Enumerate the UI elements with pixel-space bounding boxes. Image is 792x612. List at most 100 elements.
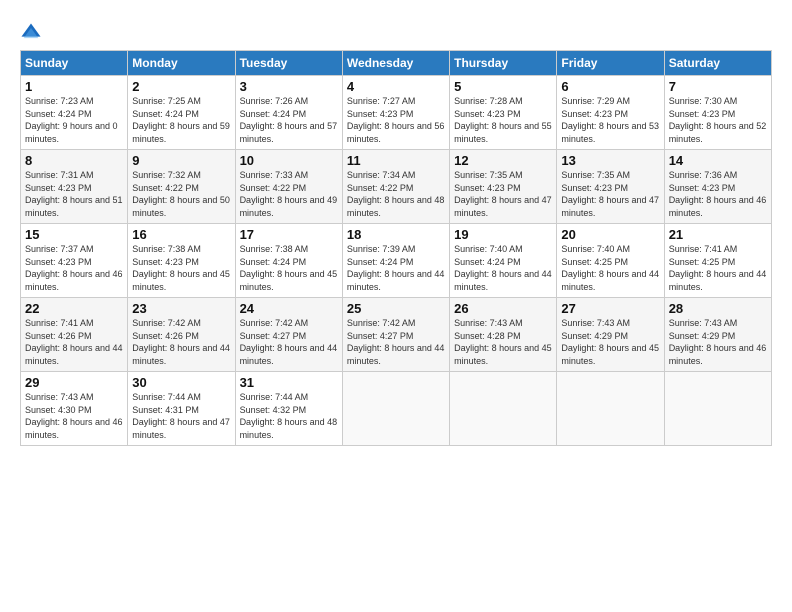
day-number: 29 xyxy=(25,375,123,390)
calendar-cell: 23 Sunrise: 7:42 AMSunset: 4:26 PMDaylig… xyxy=(128,298,235,372)
calendar-week-row: 29 Sunrise: 7:43 AMSunset: 4:30 PMDaylig… xyxy=(21,372,772,446)
day-info: Sunrise: 7:25 AMSunset: 4:24 PMDaylight:… xyxy=(132,96,230,144)
day-number: 16 xyxy=(132,227,230,242)
calendar-cell: 6 Sunrise: 7:29 AMSunset: 4:23 PMDayligh… xyxy=(557,76,664,150)
day-number: 13 xyxy=(561,153,659,168)
calendar-week-row: 22 Sunrise: 7:41 AMSunset: 4:26 PMDaylig… xyxy=(21,298,772,372)
day-number: 20 xyxy=(561,227,659,242)
header-day: Saturday xyxy=(664,51,771,76)
day-info: Sunrise: 7:28 AMSunset: 4:23 PMDaylight:… xyxy=(454,96,552,144)
day-info: Sunrise: 7:35 AMSunset: 4:23 PMDaylight:… xyxy=(561,170,659,218)
calendar-cell xyxy=(557,372,664,446)
day-info: Sunrise: 7:41 AMSunset: 4:26 PMDaylight:… xyxy=(25,318,123,366)
day-number: 11 xyxy=(347,153,445,168)
calendar-cell: 27 Sunrise: 7:43 AMSunset: 4:29 PMDaylig… xyxy=(557,298,664,372)
day-info: Sunrise: 7:31 AMSunset: 4:23 PMDaylight:… xyxy=(25,170,123,218)
day-number: 26 xyxy=(454,301,552,316)
day-number: 18 xyxy=(347,227,445,242)
calendar-cell: 29 Sunrise: 7:43 AMSunset: 4:30 PMDaylig… xyxy=(21,372,128,446)
calendar-cell: 25 Sunrise: 7:42 AMSunset: 4:27 PMDaylig… xyxy=(342,298,449,372)
main-container: SundayMondayTuesdayWednesdayThursdayFrid… xyxy=(0,0,792,456)
calendar-cell: 12 Sunrise: 7:35 AMSunset: 4:23 PMDaylig… xyxy=(450,150,557,224)
calendar-cell: 18 Sunrise: 7:39 AMSunset: 4:24 PMDaylig… xyxy=(342,224,449,298)
day-number: 17 xyxy=(240,227,338,242)
day-info: Sunrise: 7:43 AMSunset: 4:30 PMDaylight:… xyxy=(25,392,123,440)
calendar-cell: 2 Sunrise: 7:25 AMSunset: 4:24 PMDayligh… xyxy=(128,76,235,150)
calendar-cell: 14 Sunrise: 7:36 AMSunset: 4:23 PMDaylig… xyxy=(664,150,771,224)
calendar-cell: 17 Sunrise: 7:38 AMSunset: 4:24 PMDaylig… xyxy=(235,224,342,298)
logo xyxy=(20,22,45,44)
day-number: 4 xyxy=(347,79,445,94)
day-number: 31 xyxy=(240,375,338,390)
calendar-cell: 13 Sunrise: 7:35 AMSunset: 4:23 PMDaylig… xyxy=(557,150,664,224)
day-number: 24 xyxy=(240,301,338,316)
header-day: Friday xyxy=(557,51,664,76)
day-number: 6 xyxy=(561,79,659,94)
header-day: Sunday xyxy=(21,51,128,76)
calendar-cell: 10 Sunrise: 7:33 AMSunset: 4:22 PMDaylig… xyxy=(235,150,342,224)
day-number: 14 xyxy=(669,153,767,168)
calendar-week-row: 8 Sunrise: 7:31 AMSunset: 4:23 PMDayligh… xyxy=(21,150,772,224)
header-row: SundayMondayTuesdayWednesdayThursdayFrid… xyxy=(21,51,772,76)
day-info: Sunrise: 7:35 AMSunset: 4:23 PMDaylight:… xyxy=(454,170,552,218)
day-info: Sunrise: 7:40 AMSunset: 4:24 PMDaylight:… xyxy=(454,244,552,292)
calendar-cell: 24 Sunrise: 7:42 AMSunset: 4:27 PMDaylig… xyxy=(235,298,342,372)
calendar-cell: 5 Sunrise: 7:28 AMSunset: 4:23 PMDayligh… xyxy=(450,76,557,150)
calendar-cell: 1 Sunrise: 7:23 AMSunset: 4:24 PMDayligh… xyxy=(21,76,128,150)
calendar-cell: 4 Sunrise: 7:27 AMSunset: 4:23 PMDayligh… xyxy=(342,76,449,150)
day-number: 3 xyxy=(240,79,338,94)
day-info: Sunrise: 7:30 AMSunset: 4:23 PMDaylight:… xyxy=(669,96,767,144)
header-day: Monday xyxy=(128,51,235,76)
day-info: Sunrise: 7:29 AMSunset: 4:23 PMDaylight:… xyxy=(561,96,659,144)
day-number: 9 xyxy=(132,153,230,168)
day-info: Sunrise: 7:44 AMSunset: 4:32 PMDaylight:… xyxy=(240,392,338,440)
day-info: Sunrise: 7:42 AMSunset: 4:27 PMDaylight:… xyxy=(240,318,338,366)
day-info: Sunrise: 7:32 AMSunset: 4:22 PMDaylight:… xyxy=(132,170,230,218)
day-info: Sunrise: 7:43 AMSunset: 4:29 PMDaylight:… xyxy=(561,318,659,366)
day-number: 5 xyxy=(454,79,552,94)
calendar-cell: 21 Sunrise: 7:41 AMSunset: 4:25 PMDaylig… xyxy=(664,224,771,298)
day-number: 30 xyxy=(132,375,230,390)
calendar-cell: 9 Sunrise: 7:32 AMSunset: 4:22 PMDayligh… xyxy=(128,150,235,224)
day-info: Sunrise: 7:33 AMSunset: 4:22 PMDaylight:… xyxy=(240,170,338,218)
calendar-cell: 28 Sunrise: 7:43 AMSunset: 4:29 PMDaylig… xyxy=(664,298,771,372)
day-number: 12 xyxy=(454,153,552,168)
calendar-cell: 31 Sunrise: 7:44 AMSunset: 4:32 PMDaylig… xyxy=(235,372,342,446)
calendar-cell xyxy=(342,372,449,446)
day-info: Sunrise: 7:38 AMSunset: 4:24 PMDaylight:… xyxy=(240,244,338,292)
day-info: Sunrise: 7:42 AMSunset: 4:26 PMDaylight:… xyxy=(132,318,230,366)
day-number: 25 xyxy=(347,301,445,316)
calendar-cell: 22 Sunrise: 7:41 AMSunset: 4:26 PMDaylig… xyxy=(21,298,128,372)
logo-icon xyxy=(20,22,42,44)
calendar-week-row: 15 Sunrise: 7:37 AMSunset: 4:23 PMDaylig… xyxy=(21,224,772,298)
calendar-cell: 3 Sunrise: 7:26 AMSunset: 4:24 PMDayligh… xyxy=(235,76,342,150)
day-number: 19 xyxy=(454,227,552,242)
calendar-table: SundayMondayTuesdayWednesdayThursdayFrid… xyxy=(20,50,772,446)
day-info: Sunrise: 7:26 AMSunset: 4:24 PMDaylight:… xyxy=(240,96,338,144)
calendar-cell: 20 Sunrise: 7:40 AMSunset: 4:25 PMDaylig… xyxy=(557,224,664,298)
day-number: 22 xyxy=(25,301,123,316)
calendar-cell: 19 Sunrise: 7:40 AMSunset: 4:24 PMDaylig… xyxy=(450,224,557,298)
day-info: Sunrise: 7:40 AMSunset: 4:25 PMDaylight:… xyxy=(561,244,659,292)
day-info: Sunrise: 7:42 AMSunset: 4:27 PMDaylight:… xyxy=(347,318,445,366)
day-info: Sunrise: 7:37 AMSunset: 4:23 PMDaylight:… xyxy=(25,244,123,292)
day-number: 1 xyxy=(25,79,123,94)
day-number: 7 xyxy=(669,79,767,94)
calendar-cell xyxy=(450,372,557,446)
day-info: Sunrise: 7:44 AMSunset: 4:31 PMDaylight:… xyxy=(132,392,230,440)
day-number: 2 xyxy=(132,79,230,94)
calendar-cell: 11 Sunrise: 7:34 AMSunset: 4:22 PMDaylig… xyxy=(342,150,449,224)
calendar-cell xyxy=(664,372,771,446)
calendar-cell: 15 Sunrise: 7:37 AMSunset: 4:23 PMDaylig… xyxy=(21,224,128,298)
day-number: 10 xyxy=(240,153,338,168)
calendar-cell: 7 Sunrise: 7:30 AMSunset: 4:23 PMDayligh… xyxy=(664,76,771,150)
header-day: Tuesday xyxy=(235,51,342,76)
day-number: 15 xyxy=(25,227,123,242)
day-number: 8 xyxy=(25,153,123,168)
calendar-cell: 30 Sunrise: 7:44 AMSunset: 4:31 PMDaylig… xyxy=(128,372,235,446)
calendar-cell: 8 Sunrise: 7:31 AMSunset: 4:23 PMDayligh… xyxy=(21,150,128,224)
calendar-cell: 16 Sunrise: 7:38 AMSunset: 4:23 PMDaylig… xyxy=(128,224,235,298)
day-info: Sunrise: 7:34 AMSunset: 4:22 PMDaylight:… xyxy=(347,170,445,218)
calendar-cell: 26 Sunrise: 7:43 AMSunset: 4:28 PMDaylig… xyxy=(450,298,557,372)
day-number: 21 xyxy=(669,227,767,242)
